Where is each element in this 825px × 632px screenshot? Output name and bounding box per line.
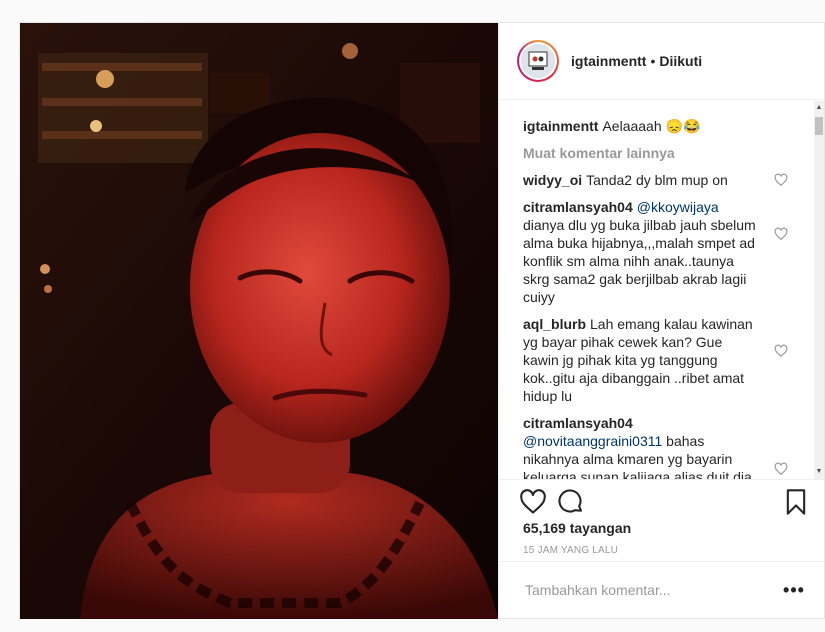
- like-comment-heart-icon[interactable]: [774, 462, 788, 476]
- comment-mention[interactable]: @novitaanggraini0311: [523, 433, 662, 449]
- comment-item: widyy_oi Tanda2 dy blm mup on: [523, 171, 792, 189]
- comment-username[interactable]: citramlansyah04: [523, 415, 633, 431]
- story-ring[interactable]: [517, 40, 559, 82]
- post-card: igtainmentt • Diikuti igtainmentt Aelaaaah …: [19, 22, 825, 619]
- comment-username[interactable]: widyy_oi: [523, 172, 582, 188]
- comment-username[interactable]: aql_blurb: [523, 316, 586, 332]
- load-more-comments-link[interactable]: Muat komentar lainnya: [523, 145, 792, 161]
- header-separator: •: [650, 53, 656, 69]
- like-comment-heart-icon[interactable]: [774, 344, 788, 358]
- avatar[interactable]: [521, 44, 555, 78]
- profile-logo-icon: [528, 51, 548, 70]
- view-count[interactable]: 65,169 tayangan: [523, 520, 631, 536]
- comments-scrollbar[interactable]: ▲ ▼: [814, 101, 824, 479]
- video-frame: [20, 23, 498, 619]
- like-comment-heart-icon[interactable]: [774, 227, 788, 241]
- comment-text: Tanda2 dy blm mup on: [586, 172, 728, 188]
- more-options-icon[interactable]: •••: [782, 581, 806, 599]
- video-player[interactable]: [20, 23, 498, 619]
- post-caption: igtainmentt Aelaaaah 😞😂: [523, 117, 792, 135]
- comment-item: citramlansyah04 @kkoywijaya dianya dlu yg…: [523, 198, 792, 306]
- like-heart-icon[interactable]: [519, 488, 547, 516]
- add-comment-input[interactable]: [523, 581, 782, 599]
- header-username[interactable]: igtainmentt: [571, 53, 646, 69]
- comment-item: citramlansyah04 @novitaanggraini0311 baha…: [523, 414, 792, 479]
- scroll-up-arrow-icon[interactable]: ▲: [814, 101, 824, 115]
- comment-text: dianya dlu yg buka jilbab jauh sbelum al…: [523, 217, 756, 305]
- comments-list[interactable]: igtainmentt Aelaaaah 😞😂 Muat komentar lai…: [499, 101, 824, 479]
- comment-item: aql_blurb Lah emang kalau kawinan yg baya…: [523, 315, 792, 405]
- post-header: igtainmentt • Diikuti: [499, 23, 824, 100]
- caption-username[interactable]: igtainmentt: [523, 118, 598, 134]
- scrollbar-thumb[interactable]: [815, 117, 823, 135]
- post-sidebar: igtainmentt • Diikuti igtainmentt Aelaaaah …: [498, 23, 824, 618]
- like-comment-heart-icon[interactable]: [774, 173, 788, 187]
- follow-status-button[interactable]: Diikuti: [659, 53, 702, 69]
- caption-text: Aelaaaah 😞😂: [602, 118, 701, 134]
- comment-mention[interactable]: @kkoywijaya: [637, 199, 719, 215]
- comment-bubble-icon[interactable]: [557, 488, 585, 516]
- add-comment-bar: •••: [499, 561, 824, 618]
- scroll-down-arrow-icon[interactable]: ▼: [814, 465, 824, 479]
- post-timestamp[interactable]: 15 JAM YANG LALU: [523, 545, 618, 556]
- header-text: igtainmentt • Diikuti: [571, 53, 702, 69]
- bookmark-icon[interactable]: [782, 488, 810, 516]
- comment-username[interactable]: citramlansyah04: [523, 199, 633, 215]
